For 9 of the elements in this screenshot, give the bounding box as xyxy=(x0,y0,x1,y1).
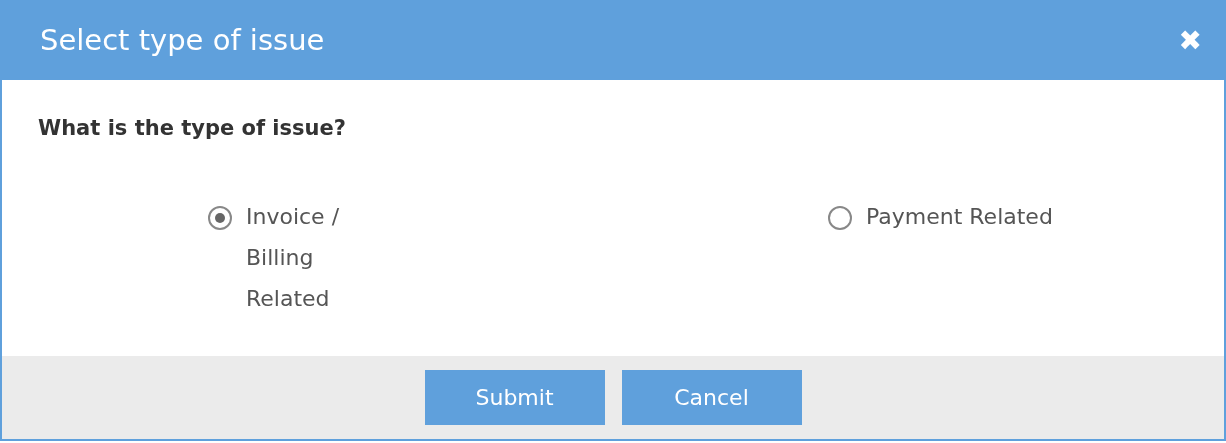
window-title: Select type of issue xyxy=(40,23,325,57)
radio-button[interactable] xyxy=(208,206,232,230)
cancel-button[interactable]: Cancel xyxy=(621,370,802,425)
close-button[interactable]: ✖ xyxy=(1178,23,1202,57)
question-text: What is the type of issue? xyxy=(38,116,346,140)
radio-button[interactable] xyxy=(828,206,852,230)
submit-button[interactable]: Submit xyxy=(424,370,605,425)
option-label[interactable]: Payment Related xyxy=(866,196,1053,237)
option-label[interactable]: Invoice / Billing Related xyxy=(246,196,376,319)
